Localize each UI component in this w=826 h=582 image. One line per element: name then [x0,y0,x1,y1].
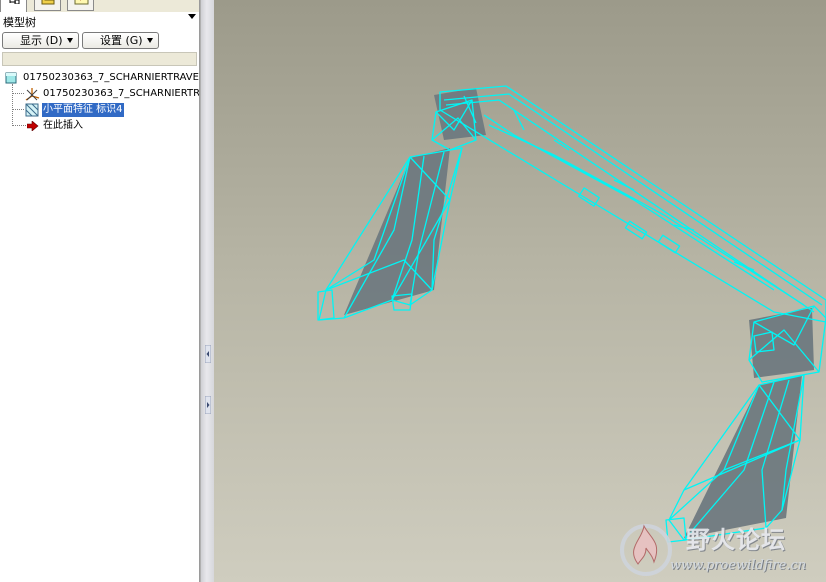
tree-item-label: 01750230363_7_SCHARNIERTRAVERSE [43,88,200,99]
tree-connector [12,109,24,110]
chevron-down-icon [147,38,153,43]
tree-connector [12,93,24,94]
collapse-left-icon[interactable] [205,345,211,363]
tab-model-tree[interactable] [0,0,27,12]
panel-splitter[interactable] [200,0,215,582]
panel-title: 模型树 [3,16,36,29]
show-button[interactable]: 显示 (D) [2,32,79,49]
panel-menu-chevron-down-icon[interactable] [188,14,196,19]
favorites-tab-icon: * [74,0,89,5]
expand-right-icon[interactable] [205,396,211,414]
tree-item-label: 小平面特征 标识4 [42,103,124,117]
model-tree-panel: * 模型树 显示 (D) 设置 (G) 01750230363_7_SCHARN… [0,0,200,582]
settings-button-label: 设置 (G) [100,34,143,47]
csys-icon [25,88,40,101]
tab-favorites[interactable]: * [67,0,94,11]
facet-feature-icon [25,103,39,117]
insert-here-arrow-icon [27,121,39,131]
chevron-down-icon [67,38,73,43]
show-button-label: 显示 (D) [20,34,63,47]
tree-column-header [2,52,197,66]
graphics-window[interactable] [214,0,826,582]
tab-folder-browser[interactable] [34,0,61,11]
part-icon [5,72,17,84]
model-tree-tab-icon [9,0,20,4]
tree-connector [12,125,26,126]
tree-item-label: 01750230363_7_SCHARNIERTRAVERSE [23,72,200,83]
svg-text:*: * [78,0,83,5]
settings-button[interactable]: 设置 (G) [82,32,159,49]
watermark-url: www.proewildfire.cn [670,558,807,573]
navigator-tab-strip: * [0,0,199,12]
folder-browser-tab-icon [41,0,55,5]
wireframe-model[interactable] [214,0,826,582]
tree-item-label: 在此插入 [43,120,83,131]
watermark-title: 野火论坛 [686,526,786,554]
tree-connector [12,84,13,126]
forum-watermark: 野火论坛 www.proewildfire.cn [612,514,824,582]
